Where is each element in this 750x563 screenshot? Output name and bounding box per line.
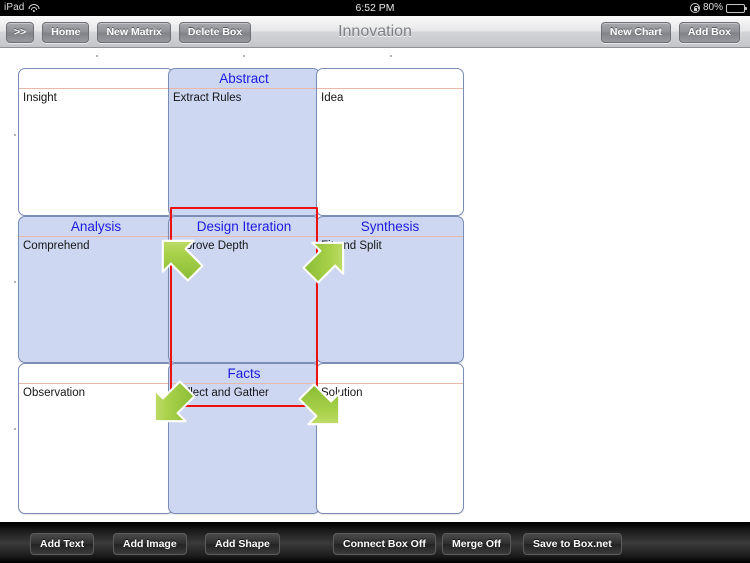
box-abstract[interactable]: Abstract Extract Rules	[168, 68, 320, 216]
battery-icon	[726, 3, 747, 13]
canvas-grid-dot	[14, 134, 16, 136]
top-toolbar-right-group: New Chart Add Box	[600, 16, 740, 48]
box-design-iteration[interactable]: Design Iteration Improve Depth	[168, 216, 320, 363]
canvas-grid-dot	[243, 55, 245, 57]
new-matrix-button[interactable]: New Matrix	[97, 21, 171, 43]
box-idea-body: Idea	[321, 92, 344, 104]
canvas-grid-dot	[14, 428, 16, 430]
box-insight-body: Insight	[23, 92, 57, 104]
box-solution-body: Solution	[321, 387, 363, 399]
delete-box-button[interactable]: Delete Box	[178, 21, 252, 43]
box-facts-title: Facts	[169, 364, 319, 384]
ipad-app-window: iPad 6:52 PM 80% Innovation >> Home New Ma…	[0, 0, 750, 563]
add-image-button[interactable]: Add Image	[113, 533, 187, 555]
box-analysis[interactable]: Analysis Comprehend	[18, 216, 174, 363]
box-synthesis[interactable]: Synthesis Fit and Split	[316, 216, 464, 363]
box-observation-title	[19, 364, 173, 384]
box-abstract-body: Extract Rules	[173, 92, 242, 104]
merge-toggle[interactable]: Merge Off	[442, 533, 512, 555]
box-solution-title	[317, 364, 463, 384]
bottom-toolbar-buttons: Add Text Add Image Add Shape Connect Box Of…	[0, 523, 750, 563]
box-observation[interactable]: Observation	[18, 363, 174, 514]
box-analysis-body: Comprehend	[23, 240, 90, 252]
canvas-grid-dot	[14, 281, 16, 283]
box-idea-title	[317, 69, 463, 89]
top-toolbar: Innovation >> Home New Matrix Delete Box Ne…	[0, 16, 750, 48]
box-observation-body: Observation	[23, 387, 86, 399]
box-synthesis-body: Fit and Split	[321, 240, 382, 252]
box-idea[interactable]: Idea	[316, 68, 464, 216]
box-solution[interactable]: Solution	[316, 363, 464, 514]
box-design-iteration-body: Improve Depth	[173, 240, 249, 252]
status-bar-clock: 6:52 PM	[355, 2, 395, 14]
status-bar-right: 80%	[689, 0, 747, 16]
bottom-toolbar: Add Text Add Image Add Shape Connect Box Of…	[0, 522, 750, 563]
box-insight[interactable]: Insight	[18, 68, 174, 216]
matrix-canvas[interactable]: Insight Abstract Extract Rules Idea Analysi…	[0, 49, 750, 522]
status-bar: iPad 6:52 PM 80%	[0, 0, 750, 16]
box-synthesis-title: Synthesis	[317, 217, 463, 237]
box-insight-title	[19, 69, 173, 89]
add-text-button[interactable]: Add Text	[30, 533, 95, 555]
battery-percent-label: 80%	[702, 2, 723, 13]
add-box-button[interactable]: Add Box	[678, 21, 740, 43]
box-analysis-title: Analysis	[19, 217, 173, 237]
save-to-box-button[interactable]: Save to Box.net	[523, 533, 622, 555]
add-shape-button[interactable]: Add Shape	[205, 533, 280, 555]
canvas-grid-dot	[390, 55, 392, 57]
box-design-iteration-title: Design Iteration	[169, 217, 319, 237]
box-facts[interactable]: Facts Collect and Gather	[168, 363, 320, 514]
top-toolbar-left-group: >> Home New Matrix Delete Box	[6, 16, 252, 48]
new-chart-button[interactable]: New Chart	[600, 21, 671, 43]
rotation-lock-icon	[689, 3, 700, 13]
home-button[interactable]: Home	[42, 21, 90, 43]
box-abstract-title: Abstract	[169, 69, 319, 89]
expand-button[interactable]: >>	[6, 21, 35, 43]
canvas-grid-dot	[96, 55, 98, 57]
connect-box-toggle[interactable]: Connect Box Off	[333, 533, 436, 555]
box-facts-body: Collect and Gather	[173, 387, 269, 399]
